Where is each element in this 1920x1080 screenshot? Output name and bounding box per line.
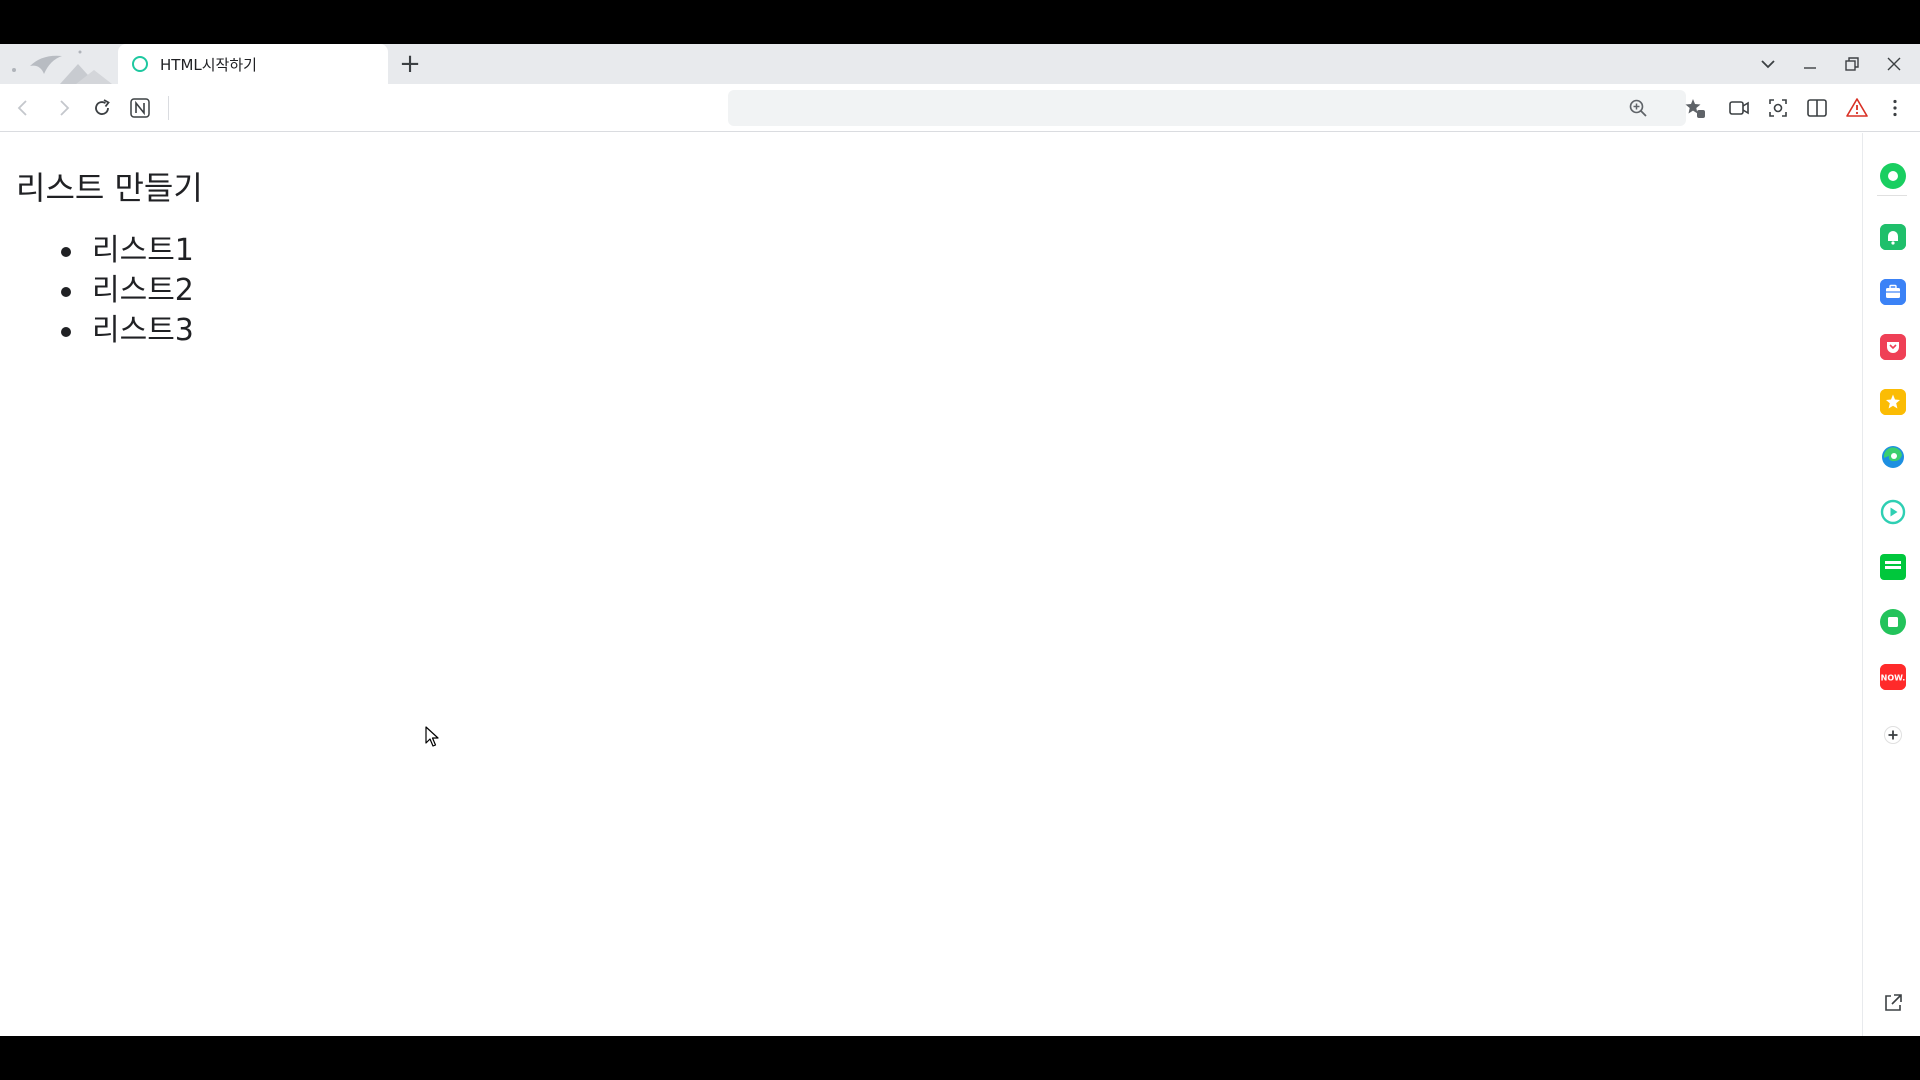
sidebar-item-notifications[interactable] <box>1880 224 1906 250</box>
external-link-icon <box>1885 994 1902 1011</box>
webtoon-icon <box>1881 557 1905 575</box>
browser-window: HTML시작하기 + 리스트 만들기 리스트1 리스트2 리스트3 NOW. <box>0 44 1920 1036</box>
address-bar[interactable] <box>728 90 1686 126</box>
split-screen-icon <box>1807 99 1827 117</box>
sidebar-item-green-square[interactable] <box>1880 609 1906 635</box>
star-add-icon <box>1685 99 1705 118</box>
forward-button[interactable] <box>50 94 78 122</box>
mouse-cursor-icon <box>425 726 439 747</box>
bullet-icon <box>61 287 71 297</box>
toolbar-divider <box>168 96 169 120</box>
security-warning-button[interactable] <box>1843 94 1871 122</box>
bullet-icon <box>61 327 71 337</box>
video-capture-button[interactable] <box>1725 94 1753 122</box>
letterbox-bottom <box>0 1036 1920 1080</box>
briefcase-icon <box>1880 279 1906 305</box>
sidebar-item-webtoon[interactable] <box>1880 554 1906 580</box>
close-icon <box>1887 57 1901 71</box>
play-circle-icon <box>1880 499 1906 525</box>
tab-favicon-icon <box>132 56 148 72</box>
back-arrow-icon <box>17 100 27 116</box>
new-tab-button[interactable]: + <box>396 50 424 78</box>
list-item: 리스트2 <box>56 271 194 311</box>
naver-n-icon <box>130 98 150 118</box>
minimize-icon <box>1804 67 1816 69</box>
bullet-list: 리스트1 리스트2 리스트3 <box>56 231 194 351</box>
zoom-in-icon <box>1629 99 1647 117</box>
square-circle-icon <box>1881 610 1905 634</box>
tab-title: HTML시작하기 <box>160 56 257 74</box>
now-logo-text: NOW. <box>1881 674 1906 683</box>
warning-triangle-icon <box>1846 98 1868 117</box>
list-item: 리스트1 <box>56 231 194 271</box>
menu-button[interactable] <box>1881 94 1909 122</box>
tab-search-button[interactable] <box>1754 50 1782 78</box>
sidebar-item-pocket[interactable] <box>1880 334 1906 360</box>
green-circle-icon <box>1881 164 1905 188</box>
more-vertical-icon <box>1893 99 1897 117</box>
plus-icon <box>1884 726 1902 744</box>
close-window-button[interactable] <box>1880 50 1908 78</box>
restore-button[interactable] <box>1838 50 1866 78</box>
zoom-button[interactable] <box>1624 94 1652 122</box>
screen-capture-button[interactable] <box>1764 94 1792 122</box>
side-panel: NOW. <box>1862 133 1920 1036</box>
sidebar-divider <box>1877 195 1907 196</box>
split-view-button[interactable] <box>1803 94 1831 122</box>
list-item: 리스트3 <box>56 311 194 351</box>
active-tab[interactable]: HTML시작하기 <box>118 44 388 84</box>
bullet-icon <box>61 247 71 257</box>
naver-home-button[interactable] <box>126 94 154 122</box>
now-icon: NOW. <box>1880 664 1906 690</box>
sidebar-item-favorites[interactable] <box>1880 389 1906 415</box>
pocket-icon <box>1880 334 1906 360</box>
back-button[interactable] <box>9 94 37 122</box>
video-camera-icon <box>1729 101 1749 115</box>
page-heading: 리스트 만들기 <box>16 169 203 207</box>
tab-strip: HTML시작하기 + <box>0 44 1920 84</box>
address-input[interactable] <box>744 90 1544 126</box>
list-item-text: 리스트1 <box>92 233 194 268</box>
chevron-down-icon <box>1761 60 1775 69</box>
sidebar-item-edge[interactable] <box>1880 444 1906 470</box>
reload-button[interactable] <box>88 94 116 122</box>
screenshot-icon <box>1769 99 1787 117</box>
restore-icon <box>1845 57 1859 71</box>
sidebar-item-player[interactable] <box>1880 499 1906 525</box>
bell-icon <box>1880 224 1906 250</box>
reload-icon <box>95 99 110 115</box>
star-icon <box>1880 389 1906 415</box>
sidebar-add-button[interactable] <box>1880 722 1906 748</box>
minimize-button[interactable] <box>1796 50 1824 78</box>
page-viewport: 리스트 만들기 리스트1 리스트2 리스트3 <box>0 133 1862 1036</box>
browser-toolbar <box>0 84 1920 132</box>
tab-strip-decoration <box>0 44 118 84</box>
sidebar-item-now[interactable]: NOW. <box>1880 664 1906 690</box>
list-item-text: 리스트3 <box>92 313 194 348</box>
forward-arrow-icon <box>60 100 70 116</box>
open-external-button[interactable] <box>1880 990 1906 1016</box>
bookmark-button[interactable] <box>1681 94 1709 122</box>
letterbox-top <box>0 0 1920 44</box>
sidebar-item-naver[interactable] <box>1880 163 1906 189</box>
edge-browser-icon <box>1882 446 1904 468</box>
sidebar-item-wallet[interactable] <box>1880 279 1906 305</box>
list-item-text: 리스트2 <box>92 273 194 308</box>
